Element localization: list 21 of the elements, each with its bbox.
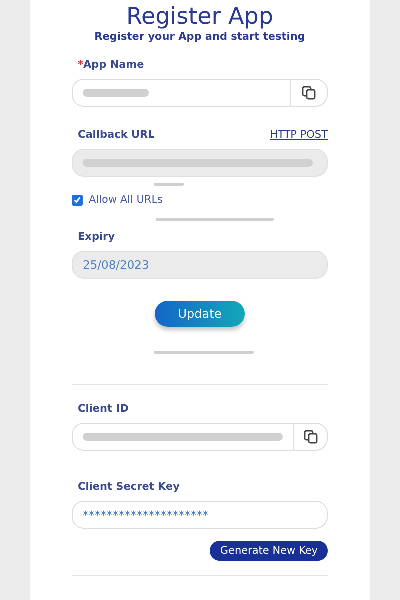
field-label: Client Secret Key xyxy=(78,481,181,493)
callback-url-field[interactable] xyxy=(72,149,328,177)
app-name-field[interactable] xyxy=(72,79,328,107)
redaction-mark xyxy=(154,183,184,186)
field-label: Callback URL xyxy=(78,129,155,141)
redaction-mark xyxy=(83,89,149,97)
client-secret-field[interactable]: ********************* xyxy=(72,501,328,529)
generate-key-button[interactable]: Generate New Key xyxy=(210,541,328,561)
http-post-link[interactable]: HTTP POST xyxy=(270,129,328,141)
update-button[interactable]: Update xyxy=(155,301,245,327)
checkbox-label: Allow All URLs xyxy=(89,194,164,206)
field-label: Expiry xyxy=(78,231,116,243)
field-label: *App Name xyxy=(78,59,146,71)
checkbox[interactable] xyxy=(72,194,83,206)
page-title: Register App xyxy=(126,4,274,30)
page-subtitle: Register your App and start testing xyxy=(94,31,306,43)
copy-icon[interactable] xyxy=(301,85,317,101)
field-label: Client ID xyxy=(78,403,130,415)
client-id-field[interactable] xyxy=(72,423,328,451)
copy-icon[interactable] xyxy=(302,429,318,445)
expiry-field[interactable]: 25/08/2023 xyxy=(72,251,328,279)
